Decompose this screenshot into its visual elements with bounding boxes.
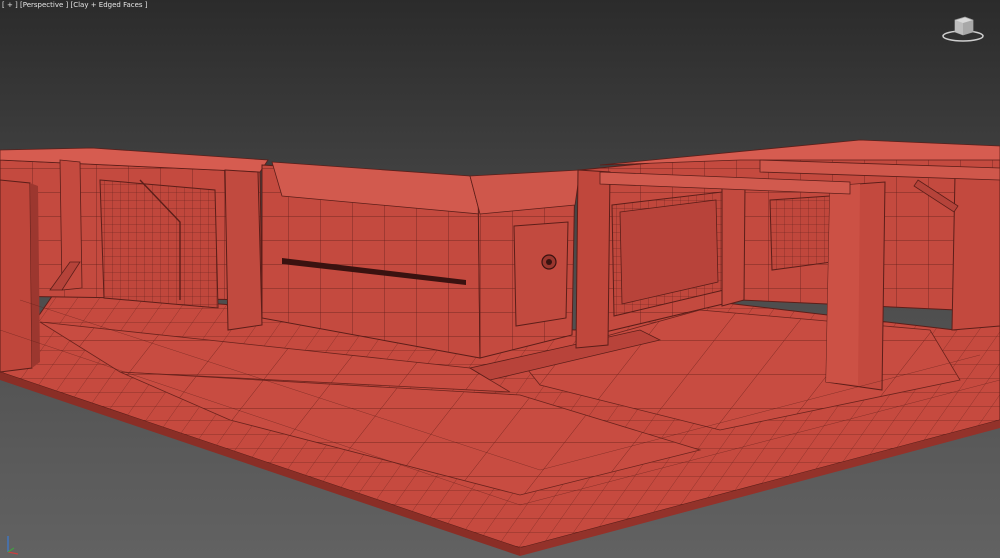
viewport-label: [ + ] [Perspective ] [Clay + Edged Faces… [2, 1, 148, 9]
viewcube-icon[interactable] [940, 14, 986, 44]
shading-mode-button[interactable]: [Clay + Edged Faces ] [70, 1, 147, 9]
scene-render[interactable] [0, 0, 1000, 558]
view-type-button[interactable]: [Perspective ] [20, 1, 68, 9]
viewport-menu-button[interactable]: [ + ] [2, 1, 18, 9]
axis-tripod-icon [4, 532, 24, 556]
perspective-viewport[interactable]: [ + ] [Perspective ] [Clay + Edged Faces… [0, 0, 1000, 558]
